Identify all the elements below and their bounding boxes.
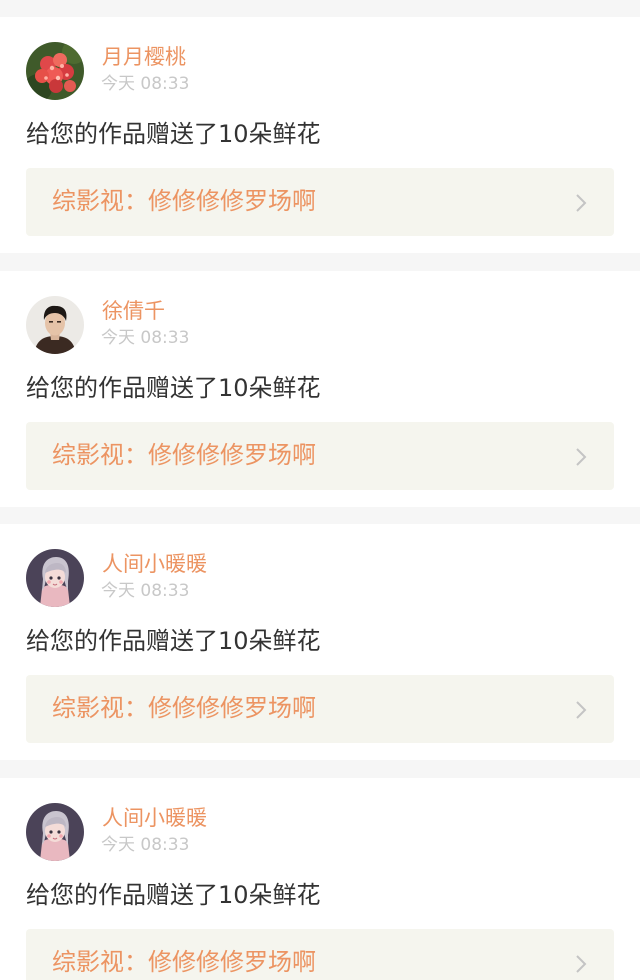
work-link-label: 综影视：修修修修罗场啊 [52,441,316,469]
work-link[interactable]: 综影视：修修修修罗场啊 [26,929,614,980]
work-link[interactable]: 综影视：修修修修罗场啊 [26,675,614,743]
avatar[interactable] [26,296,84,354]
work-link-label: 综影视：修修修修罗场啊 [52,948,316,976]
gift-message: 给您的作品赠送了10朵鲜花 [26,374,321,402]
notification-card: 人间小暖暖 今天 08:33 给您的作品赠送了10朵鲜花 综影视：修修修修罗场啊 [0,778,640,980]
gift-message: 给您的作品赠送了10朵鲜花 [26,627,321,655]
cartoon-girl-avatar-icon [26,803,84,861]
chevron-right-icon [575,447,587,467]
cartoon-girl-avatar-icon [26,549,84,607]
gift-message: 给您的作品赠送了10朵鲜花 [26,120,321,148]
username[interactable]: 人间小暖暖 [102,804,207,832]
notification-card: 月月樱桃 今天 08:33 给您的作品赠送了10朵鲜花 综影视：修修修修罗场啊 [0,17,640,253]
young-man-portrait-avatar-icon [26,296,84,354]
work-link-label: 综影视：修修修修罗场啊 [52,187,316,215]
notification-card: 徐倩千 今天 08:33 给您的作品赠送了10朵鲜花 综影视：修修修修罗场啊 [0,271,640,507]
username[interactable]: 月月樱桃 [102,43,186,71]
red-flower-avatar-icon [26,42,84,100]
gift-message: 给您的作品赠送了10朵鲜花 [26,881,321,909]
notification-feed: 月月樱桃 今天 08:33 给您的作品赠送了10朵鲜花 综影视：修修修修罗场啊 … [0,0,640,980]
timestamp: 今天 08:33 [101,835,190,855]
work-link-label: 综影视：修修修修罗场啊 [52,694,316,722]
chevron-right-icon [575,700,587,720]
work-link[interactable]: 综影视：修修修修罗场啊 [26,422,614,490]
username[interactable]: 徐倩千 [102,297,165,325]
timestamp: 今天 08:33 [101,328,190,348]
notification-card: 人间小暖暖 今天 08:33 给您的作品赠送了10朵鲜花 综影视：修修修修罗场啊 [0,524,640,760]
chevron-right-icon [575,193,587,213]
avatar[interactable] [26,549,84,607]
avatar[interactable] [26,803,84,861]
timestamp: 今天 08:33 [101,74,190,94]
avatar[interactable] [26,42,84,100]
timestamp: 今天 08:33 [101,581,190,601]
username[interactable]: 人间小暖暖 [102,550,207,578]
work-link[interactable]: 综影视：修修修修罗场啊 [26,168,614,236]
chevron-right-icon [575,954,587,974]
